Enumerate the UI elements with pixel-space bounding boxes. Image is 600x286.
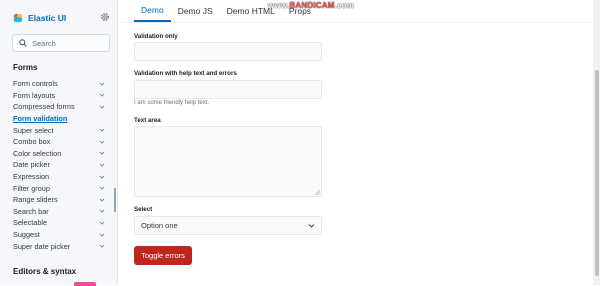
- sidebar-item-label: Range sliders: [13, 195, 58, 205]
- recorder-watermark: www.BANDICAM.com: [268, 1, 354, 10]
- sidebar-item-form-controls[interactable]: Form controls: [13, 78, 105, 90]
- sidebar-item-label: Filter group: [13, 183, 50, 193]
- new-badge: [74, 282, 96, 286]
- section-forms: Forms: [13, 63, 38, 72]
- validation-only-label: Validation only: [134, 33, 178, 40]
- sidebar-item-label: Combo box: [13, 137, 51, 147]
- watermark-suffix: .com: [334, 1, 355, 10]
- search-box[interactable]: [12, 34, 110, 52]
- validation-help-label: Validation with help text and errors: [134, 70, 237, 77]
- help-text: I am some friendly help text.: [134, 100, 210, 106]
- brand-name: Elastic UI: [28, 13, 67, 23]
- sidebar-item-form-validation[interactable]: Form validation: [13, 113, 105, 125]
- select-dropdown[interactable]: Option one: [134, 216, 322, 235]
- chevron-down-icon: [99, 94, 105, 97]
- sidebar-item-form-layouts[interactable]: Form layouts: [13, 90, 105, 102]
- chevron-down-icon: [99, 128, 105, 132]
- search-icon: [19, 39, 27, 47]
- sidebar-item-label: Form controls: [13, 79, 58, 89]
- chevron-down-icon: [99, 152, 105, 155]
- sidebar-item-label: Super date picker: [13, 241, 71, 251]
- watermark-prefix: www.: [268, 1, 290, 10]
- sidebar-item-search-bar[interactable]: Search bar: [13, 206, 105, 218]
- sidebar-item-label: Super select: [13, 125, 54, 135]
- sidebar-item-color-selection[interactable]: Color selection: [13, 148, 105, 160]
- search-input[interactable]: [27, 38, 102, 48]
- section-editors-syntax: Editors & syntax: [13, 267, 77, 276]
- sidebar-nav: Form controls Form layouts Compressed fo…: [13, 78, 105, 252]
- chevron-down-icon: [99, 82, 105, 86]
- sidebar-item-super-date-picker[interactable]: Super date picker: [13, 240, 105, 252]
- chevron-down-icon: [99, 198, 105, 202]
- page-scrollbar-thumb[interactable]: [595, 70, 599, 276]
- sidebar-item-date-picker[interactable]: Date picker: [13, 159, 105, 171]
- gear-icon[interactable]: [100, 12, 110, 22]
- chevron-down-icon: [99, 244, 105, 248]
- chevron-down-icon: [99, 233, 105, 237]
- sidebar-item-label: Color selection: [13, 148, 62, 158]
- sidebar-item-label: Expression: [13, 172, 50, 182]
- sidebar-item-label: Form validation: [13, 114, 68, 124]
- sidebar-item-combo-box[interactable]: Combo box: [13, 136, 105, 148]
- sidebar-item-range-sliders[interactable]: Range sliders: [13, 194, 105, 206]
- textarea-label: Text area: [134, 117, 161, 124]
- select-label: Select: [134, 206, 153, 213]
- tab-demo[interactable]: Demo: [134, 0, 171, 22]
- chevron-down-icon: [308, 224, 315, 228]
- chevron-down-icon: [99, 221, 105, 225]
- sidebar-item-label: Suggest: [13, 230, 40, 240]
- resize-handle-icon[interactable]: [314, 189, 320, 195]
- chevron-down-icon: [99, 163, 105, 167]
- sidebar-item-expression[interactable]: Expression: [13, 171, 105, 183]
- brand[interactable]: Elastic UI: [13, 11, 66, 25]
- tabs-divider: [120, 22, 590, 23]
- text-area[interactable]: [134, 126, 322, 197]
- sidebar-item-suggest[interactable]: Suggest: [13, 229, 105, 241]
- chevron-down-icon: [99, 175, 105, 179]
- sidebar-item-super-select[interactable]: Super select: [13, 124, 105, 136]
- chevron-down-icon: [99, 210, 105, 213]
- chevron-down-icon: [99, 140, 105, 144]
- validation-only-input[interactable]: [134, 42, 322, 61]
- elastic-logo-icon: [13, 13, 23, 23]
- watermark-brand: BANDICAM: [289, 1, 335, 10]
- sidebar-item-label: Compressed forms: [13, 102, 75, 112]
- sidebar-item-label: Search bar: [13, 206, 49, 216]
- select-value: Option one: [141, 221, 178, 230]
- chevron-down-icon: [99, 105, 105, 109]
- chevron-down-icon: [99, 186, 105, 190]
- sidebar-item-compressed-forms[interactable]: Compressed forms: [13, 101, 105, 113]
- sidebar-scrollbar[interactable]: [114, 188, 116, 212]
- sidebar-item-label: Form layouts: [13, 90, 56, 100]
- sidebar-item-filter-group[interactable]: Filter group: [13, 182, 105, 194]
- tab-demo-js[interactable]: Demo JS: [171, 0, 220, 22]
- sidebar: Elastic UI Forms Form controls Form layo…: [0, 0, 118, 286]
- sidebar-item-selectable[interactable]: Selectable: [13, 217, 105, 229]
- sidebar-item-label: Date picker: [13, 160, 50, 170]
- validation-help-input[interactable]: [134, 80, 322, 99]
- sidebar-item-label: Selectable: [13, 218, 48, 228]
- toggle-errors-button[interactable]: Toggle errors: [134, 246, 192, 265]
